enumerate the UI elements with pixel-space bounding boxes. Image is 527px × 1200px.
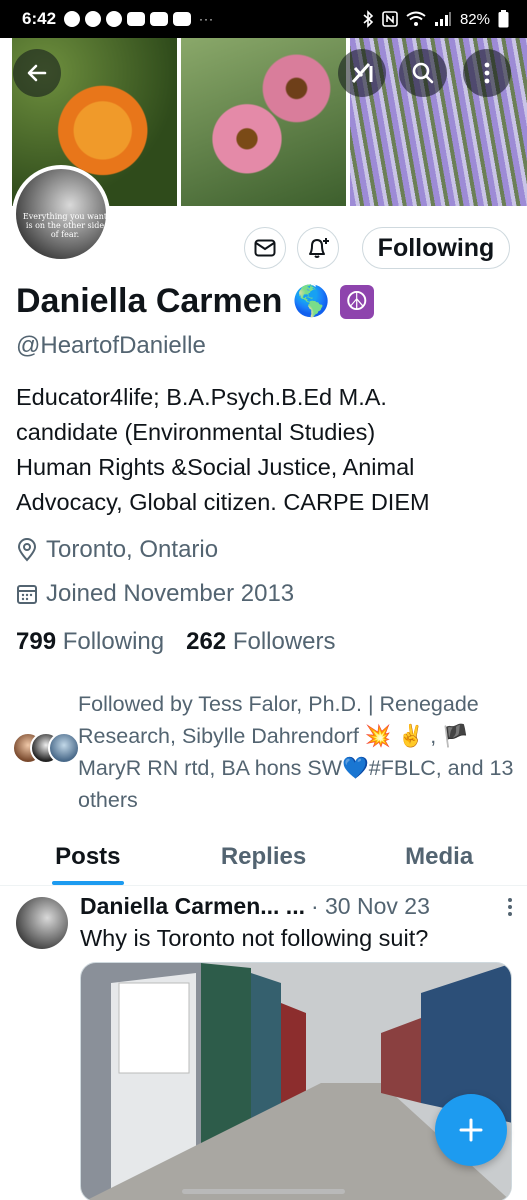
followers-label: Followers bbox=[232, 628, 336, 655]
followers-count: 262 bbox=[186, 628, 227, 655]
signal-icon bbox=[434, 12, 451, 26]
nfc-icon bbox=[382, 11, 398, 27]
following-label: Following bbox=[62, 628, 165, 655]
youtube-icon bbox=[127, 12, 146, 26]
calendar-icon bbox=[17, 585, 37, 604]
wifi-icon bbox=[406, 11, 426, 26]
avatar bbox=[48, 732, 80, 764]
bell-plus-icon bbox=[309, 238, 329, 258]
message-button[interactable] bbox=[244, 227, 286, 269]
banner-photo-coneflower bbox=[181, 38, 346, 206]
bluetooth-icon bbox=[363, 10, 374, 28]
search-icon bbox=[412, 62, 434, 84]
followed-by-text: Followed by Tess Falor, Ph.D. | Renegade… bbox=[78, 692, 514, 812]
profile-bio: Educator4life; B.A.Psych.B.Ed M.A. candi… bbox=[16, 380, 516, 520]
profile-name-row: Daniella Carmen 🌎 ☮ bbox=[16, 282, 374, 321]
status-time: 6:42 bbox=[22, 9, 57, 28]
facebook-icon bbox=[85, 11, 102, 27]
post-more-button[interactable] bbox=[507, 897, 513, 922]
back-button[interactable] bbox=[13, 49, 61, 97]
arrow-left-icon bbox=[27, 64, 47, 82]
peace-emoji: ☮ bbox=[339, 284, 374, 319]
profile-handle: @HeartofDanielle bbox=[16, 332, 206, 359]
tab-replies[interactable]: Replies bbox=[176, 830, 352, 885]
grok-icon bbox=[351, 63, 373, 83]
more-vertical-icon bbox=[508, 898, 512, 916]
location-text: Toronto, Ontario bbox=[46, 536, 219, 563]
bio-line: Human Rights &Social Justice, Animal bbox=[16, 454, 415, 480]
bio-line: Advocacy, Global citizen. CARPE DIEM bbox=[16, 489, 430, 515]
compose-post-button[interactable] bbox=[435, 1094, 507, 1166]
profile-tabs: Posts Replies Media bbox=[0, 830, 527, 886]
post-author[interactable]: Daniella Carmen... ... bbox=[80, 893, 305, 920]
tab-posts[interactable]: Posts bbox=[0, 830, 176, 885]
following-count-link[interactable]: 799 Following bbox=[16, 628, 164, 656]
profile-name: Daniella Carmen bbox=[16, 282, 283, 320]
search-button[interactable] bbox=[399, 49, 447, 97]
post-text: Why is Toronto not following suit? bbox=[80, 925, 429, 951]
location-pin-icon bbox=[17, 538, 37, 562]
followed-by-section[interactable]: Followed by Tess Falor, Ph.D. | Renegade… bbox=[12, 688, 520, 816]
status-bar: 6:42 ··· 82% bbox=[0, 0, 527, 38]
grok-button[interactable] bbox=[338, 49, 386, 97]
notification-icons bbox=[64, 11, 192, 27]
more-options-button[interactable] bbox=[463, 49, 511, 97]
battery-icon bbox=[498, 10, 509, 28]
followers-count-link[interactable]: 262 Followers bbox=[186, 628, 335, 656]
plus-icon bbox=[459, 1118, 483, 1142]
bio-line: Educator4life; B.A.Psych.B.Ed M.A. bbox=[16, 384, 387, 410]
avatar-quote: Everything you want is on the other side… bbox=[22, 212, 108, 239]
post-image[interactable] bbox=[80, 962, 512, 1200]
facebook-icon bbox=[106, 11, 123, 27]
profile-avatar[interactable]: Everything you want is on the other side… bbox=[12, 165, 110, 263]
following-count: 799 bbox=[16, 628, 57, 655]
envelope-icon bbox=[254, 239, 276, 257]
gesture-bar[interactable] bbox=[182, 1189, 345, 1194]
post-date: · 30 Nov 23 bbox=[310, 893, 430, 919]
youtube-icon bbox=[173, 12, 192, 26]
following-button[interactable]: Following bbox=[362, 227, 510, 269]
more-vertical-icon bbox=[484, 62, 490, 84]
battery-percent: 82% bbox=[459, 10, 490, 28]
chat-icon bbox=[64, 11, 81, 27]
follow-counts: 799 Following 262 Followers bbox=[16, 628, 336, 656]
tiny-homes-photo bbox=[81, 963, 511, 1200]
system-icons: 82% bbox=[362, 10, 509, 28]
tab-media[interactable]: Media bbox=[351, 830, 527, 885]
joined-text: Joined November 2013 bbox=[46, 580, 295, 607]
post-header: Daniella Carmen... ... · 30 Nov 23 bbox=[80, 893, 510, 920]
post-avatar[interactable] bbox=[16, 897, 68, 949]
notifications-button[interactable] bbox=[297, 227, 339, 269]
youtube-icon bbox=[150, 12, 169, 26]
followed-by-avatars bbox=[12, 688, 80, 816]
joined-row: Joined November 2013 bbox=[16, 580, 294, 608]
globe-emoji: 🌎 bbox=[292, 285, 330, 318]
more-notifications-icon: ··· bbox=[199, 12, 215, 26]
location-row: Toronto, Ontario bbox=[16, 536, 218, 564]
bio-line: candidate (Environmental Studies) bbox=[16, 419, 376, 445]
